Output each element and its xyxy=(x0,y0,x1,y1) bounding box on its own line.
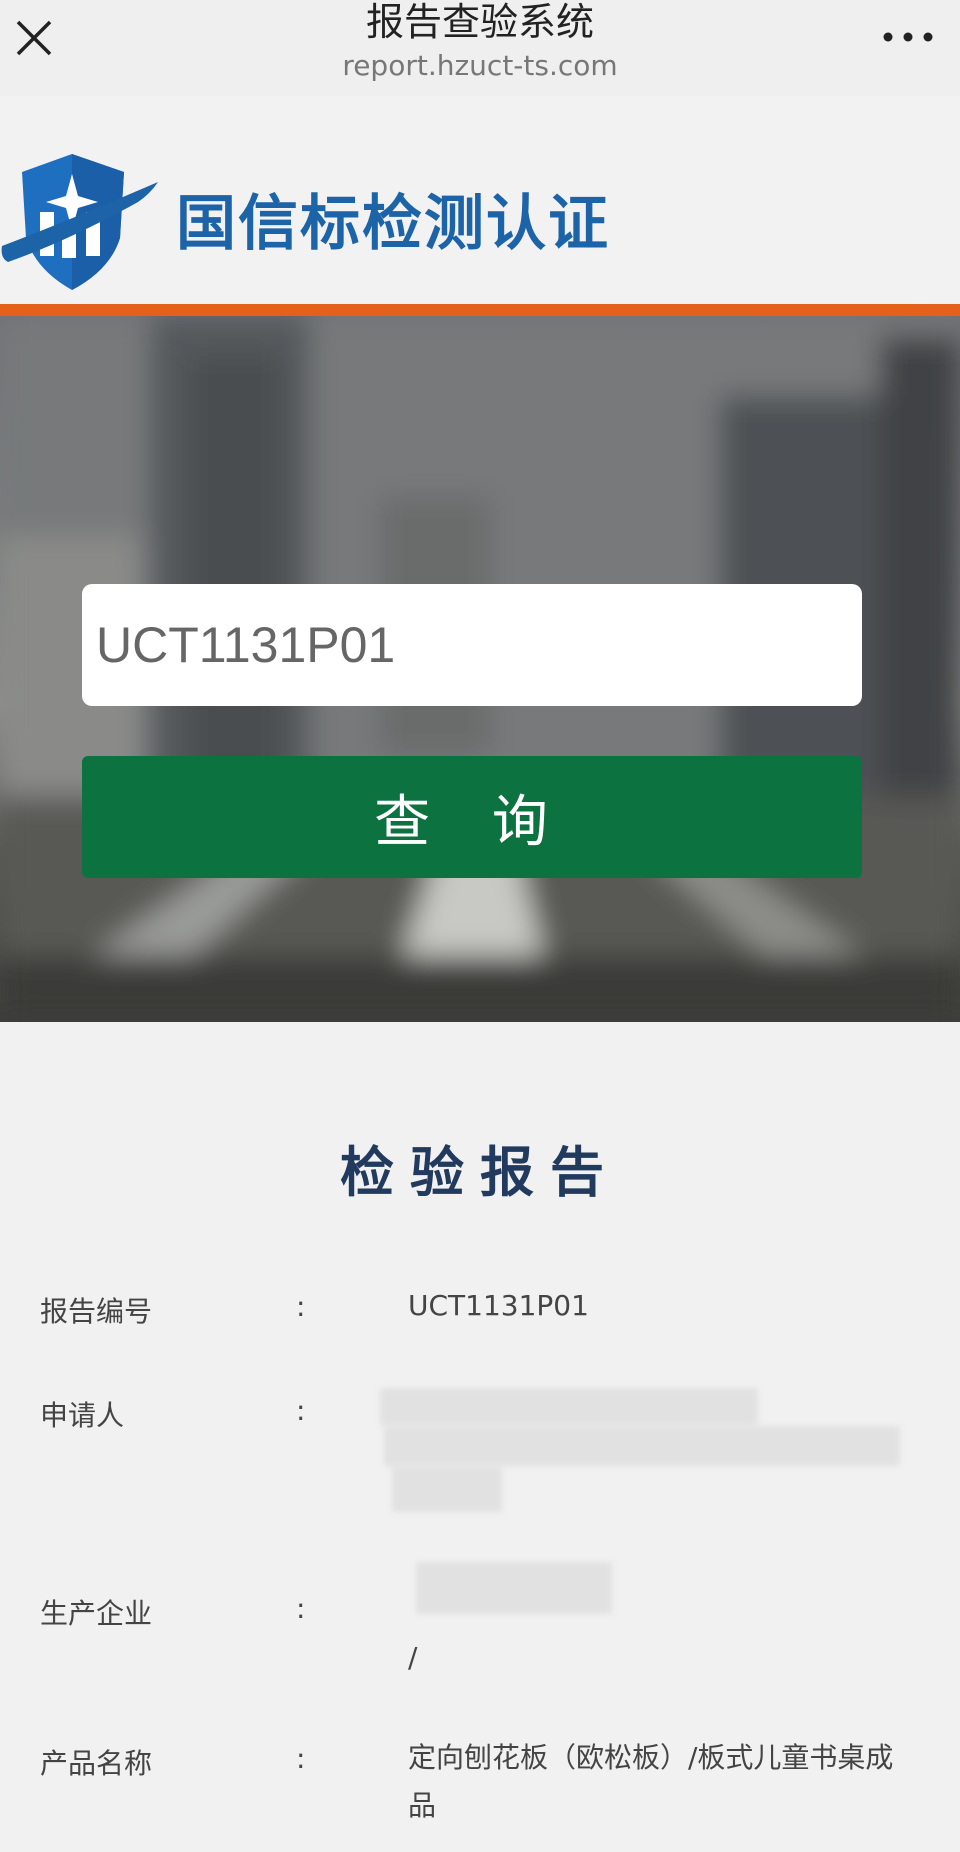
row-label: 生产企业 xyxy=(40,1597,153,1630)
more-options-icon[interactable] xyxy=(878,22,938,52)
redacted-manufacturer xyxy=(416,1562,612,1614)
report-title: 检验报告 xyxy=(340,1141,620,1204)
redacted-applicant-line-3 xyxy=(392,1466,502,1512)
hero-banner: 查 询 xyxy=(0,316,960,1022)
redacted-applicant-line-2 xyxy=(384,1426,900,1466)
manufacturer-value: / xyxy=(408,1641,418,1674)
report-number-input[interactable] xyxy=(82,584,862,706)
row-colon: : xyxy=(296,1742,306,1775)
row-label: 产品名称 xyxy=(40,1747,153,1780)
row-colon: : xyxy=(296,1290,306,1323)
shield-logo-icon xyxy=(1,154,158,290)
logo-header: 国信标检测认证 xyxy=(0,96,960,304)
top-bar: 报告查验系统 report.hzuct-ts.com xyxy=(0,0,960,96)
row-label: 报告编号 xyxy=(40,1295,153,1328)
page-url: report.hzuct-ts.com xyxy=(342,49,618,82)
row-colon: : xyxy=(296,1394,306,1427)
row-colon: : xyxy=(296,1592,306,1625)
page-title: 报告查验系统 xyxy=(365,0,594,44)
search-button[interactable]: 查 询 xyxy=(82,756,862,878)
redacted-applicant-line-1 xyxy=(380,1388,758,1426)
row-label: 申请人 xyxy=(40,1399,125,1432)
report-number-value: UCT1131P01 xyxy=(408,1289,589,1322)
brand-name: 国信标检测认证 xyxy=(176,189,610,259)
product-name-value: 定向刨花板（欧松板）/板式儿童书桌成品 xyxy=(408,1741,894,1822)
accent-divider xyxy=(0,304,960,316)
